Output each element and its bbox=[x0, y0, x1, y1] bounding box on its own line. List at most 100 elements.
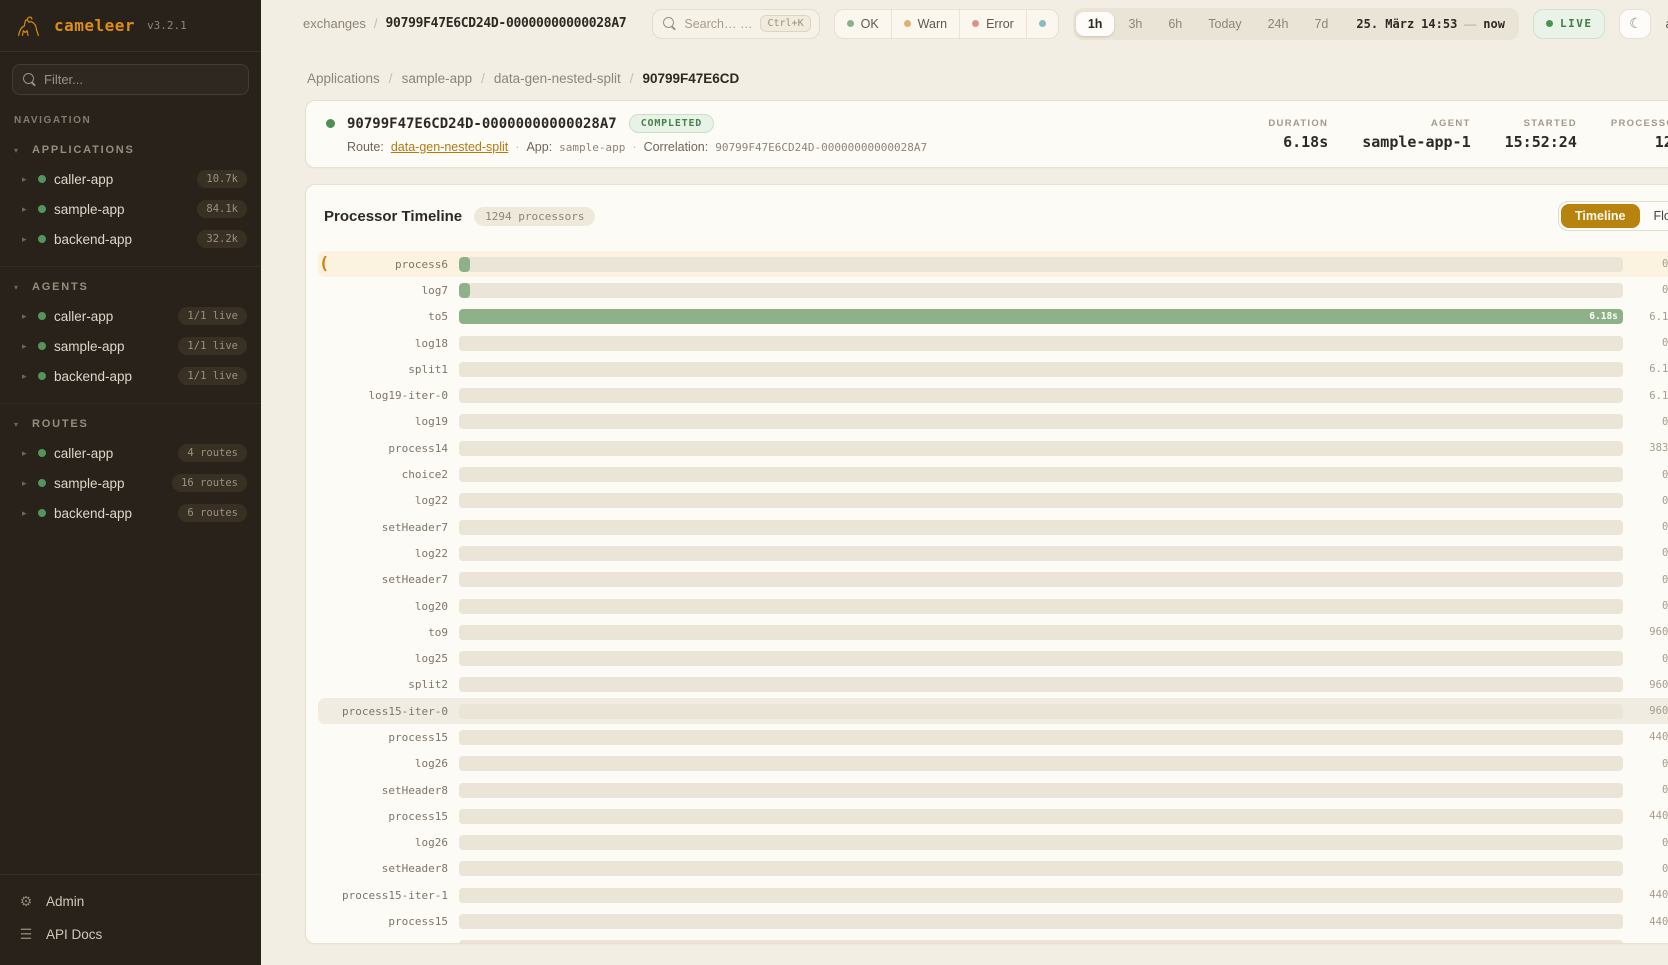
timeline-track bbox=[459, 283, 1623, 298]
processor-name: log19-iter-0 bbox=[322, 389, 450, 402]
timeline-row[interactable]: setHeader80ms bbox=[318, 856, 1668, 882]
list-icon: ☰ bbox=[18, 926, 34, 943]
sidebar-item-badge: 6 routes bbox=[178, 504, 247, 522]
processor-duration: 440ms bbox=[1629, 916, 1668, 928]
sidebar-section: ▾ROUTES▸caller-app4 routes▸sample-app16 … bbox=[0, 404, 261, 540]
sidebar-section-header[interactable]: ▾ROUTES bbox=[0, 414, 261, 438]
timeline-row[interactable]: log250ms bbox=[318, 645, 1668, 671]
timeline-row[interactable]: (process60ms⋮ bbox=[318, 251, 1668, 277]
sidebar-item-sample-app[interactable]: ▸sample-app1/1 live bbox=[0, 331, 261, 361]
time-range-7d[interactable]: 7d bbox=[1302, 12, 1340, 36]
timeline-row[interactable]: split2960ms bbox=[318, 672, 1668, 698]
status-filter-extra[interactable] bbox=[1027, 10, 1058, 38]
sidebar-filter[interactable] bbox=[12, 64, 249, 95]
status-filter-error[interactable]: Error bbox=[960, 10, 1027, 38]
timeline-row[interactable]: log200ms bbox=[318, 593, 1668, 619]
sidebar-section-header[interactable]: ▾AGENTS bbox=[0, 277, 261, 301]
timeline-row[interactable]: log260ms bbox=[318, 751, 1668, 777]
footer-item-label: Admin bbox=[46, 894, 84, 909]
status-filter-warn[interactable]: Warn bbox=[892, 10, 960, 38]
time-range-1h[interactable]: 1h bbox=[1076, 12, 1115, 36]
timeline-row[interactable]: log220ms bbox=[318, 540, 1668, 566]
timeline-row[interactable]: log70ms bbox=[318, 277, 1668, 303]
brand-version: v3.2.1 bbox=[147, 19, 187, 32]
footer-item-label: API Docs bbox=[46, 927, 102, 942]
status-dot-icon bbox=[38, 372, 46, 380]
timeline-row[interactable]: process15440ms bbox=[318, 908, 1668, 934]
sidebar-filter-input[interactable] bbox=[44, 72, 238, 87]
time-range-24h[interactable]: 24h bbox=[1256, 12, 1301, 36]
timeline-row[interactable]: log260ms bbox=[318, 830, 1668, 856]
processor-duration: 0ms bbox=[1629, 469, 1668, 481]
sidebar-item-caller-app[interactable]: ▸caller-app4 routes bbox=[0, 438, 261, 468]
global-search[interactable]: Search… … Ctrl+K bbox=[652, 9, 819, 39]
time-range-buttons: 1h3h6hToday24h7d bbox=[1076, 12, 1341, 36]
sidebar-item-sample-app[interactable]: ▸sample-app16 routes bbox=[0, 468, 261, 498]
timeline-row[interactable]: process15-iter-1440ms bbox=[318, 882, 1668, 908]
search-icon bbox=[663, 17, 676, 30]
view-toggle-timeline[interactable]: Timeline bbox=[1561, 204, 1639, 228]
live-badge[interactable]: LIVE bbox=[1533, 9, 1606, 39]
breadcrumb-link-sample-app[interactable]: sample-app bbox=[402, 71, 473, 86]
timeline-row[interactable]: log220ms bbox=[318, 488, 1668, 514]
timeline-row[interactable]: process14383ms bbox=[318, 435, 1668, 461]
sidebar-item-label: sample-app bbox=[54, 202, 125, 217]
timeline-row[interactable]: setHeader70ms bbox=[318, 567, 1668, 593]
status-filter-ok[interactable]: OK bbox=[835, 10, 892, 38]
processor-name: log22 bbox=[322, 494, 450, 507]
time-range-6h[interactable]: 6h bbox=[1156, 12, 1194, 36]
timeline-row[interactable]: log260ms bbox=[318, 935, 1668, 944]
timeline-row[interactable]: setHeader80ms bbox=[318, 777, 1668, 803]
sidebar-item-caller-app[interactable]: ▸caller-app10.7k bbox=[0, 164, 261, 194]
timeline-row[interactable]: log190ms bbox=[318, 409, 1668, 435]
processor-name: log20 bbox=[322, 600, 450, 613]
timeline-row[interactable]: split16.18s bbox=[318, 356, 1668, 382]
timeline-row[interactable]: to56.18s6.18s bbox=[318, 304, 1668, 330]
time-range-today[interactable]: Today bbox=[1196, 12, 1253, 36]
search-icon bbox=[23, 73, 36, 86]
processor-duration: 0ms bbox=[1629, 284, 1668, 296]
sidebar-item-sample-app[interactable]: ▸sample-app84.1k bbox=[0, 194, 261, 224]
view-toggle-flow[interactable]: Flow bbox=[1640, 204, 1668, 228]
timeline-row[interactable]: log180ms bbox=[318, 330, 1668, 356]
sidebar-footer-api-docs[interactable]: ☰ API Docs bbox=[0, 918, 261, 951]
time-range-3h[interactable]: 3h bbox=[1116, 12, 1154, 36]
sidebar-item-backend-app[interactable]: ▸backend-app32.2k bbox=[0, 224, 261, 254]
status-filter-label: OK bbox=[861, 17, 879, 31]
timeline-row[interactable]: process15-iter-0960ms⋮ bbox=[318, 698, 1668, 724]
timeline-title: Processor Timeline bbox=[324, 208, 462, 225]
breadcrumb-link-data-gen-nested-split[interactable]: data-gen-nested-split bbox=[494, 71, 621, 86]
timeline-row[interactable]: choice2 0ms bbox=[318, 461, 1668, 487]
sidebar-item-caller-app[interactable]: ▸caller-app1/1 live bbox=[0, 301, 261, 331]
processor-duration: 0ms bbox=[1629, 784, 1668, 796]
stat-value: 15:52:24 bbox=[1505, 133, 1577, 151]
sidebar-item-badge: 16 routes bbox=[172, 474, 247, 492]
sidebar-footer-admin[interactable]: ⚙Admin bbox=[0, 885, 261, 918]
time-display-time: 14:53 bbox=[1421, 17, 1457, 31]
stat-value: sample-app-1 bbox=[1362, 133, 1470, 151]
sidebar-footer: ⚙Admin ☰ API Docs bbox=[0, 874, 261, 965]
dark-mode-toggle[interactable]: ☾ bbox=[1619, 9, 1651, 39]
sidebar-section-header[interactable]: ▾APPLICATIONS bbox=[0, 140, 261, 164]
search-shortcut-badge: Ctrl+K bbox=[760, 15, 810, 32]
processor-name: setHeader7 bbox=[322, 521, 450, 534]
sidebar-item-backend-app[interactable]: ▸backend-app6 routes bbox=[0, 498, 261, 528]
timeline-row[interactable]: setHeader70ms bbox=[318, 514, 1668, 540]
breadcrumb-link-applications[interactable]: Applications bbox=[307, 71, 380, 86]
breadcrumb-section[interactable]: exchanges bbox=[303, 16, 366, 31]
stat-duration: DURATION6.18s bbox=[1268, 118, 1328, 151]
processor-duration: 960ms bbox=[1629, 705, 1668, 717]
timeline-row[interactable]: log19-iter-06.18s bbox=[318, 382, 1668, 408]
sidebar-item-badge: 4 routes bbox=[178, 444, 247, 462]
breadcrumb-separator: / bbox=[630, 71, 634, 86]
processor-name: choice2 bbox=[322, 468, 450, 481]
time-display-end: now bbox=[1483, 17, 1505, 31]
stat-label: AGENT bbox=[1362, 118, 1470, 129]
timeline-row[interactable]: process15440ms bbox=[318, 724, 1668, 750]
sidebar-sections: ▾APPLICATIONS▸caller-app10.7k▸sample-app… bbox=[0, 130, 261, 540]
route-link[interactable]: data-gen-nested-split bbox=[391, 140, 508, 154]
timeline-row[interactable]: to9960ms bbox=[318, 619, 1668, 645]
timeline-row[interactable]: process15440ms bbox=[318, 803, 1668, 829]
processor-name: process14 bbox=[322, 442, 450, 455]
sidebar-item-backend-app[interactable]: ▸backend-app1/1 live bbox=[0, 361, 261, 391]
